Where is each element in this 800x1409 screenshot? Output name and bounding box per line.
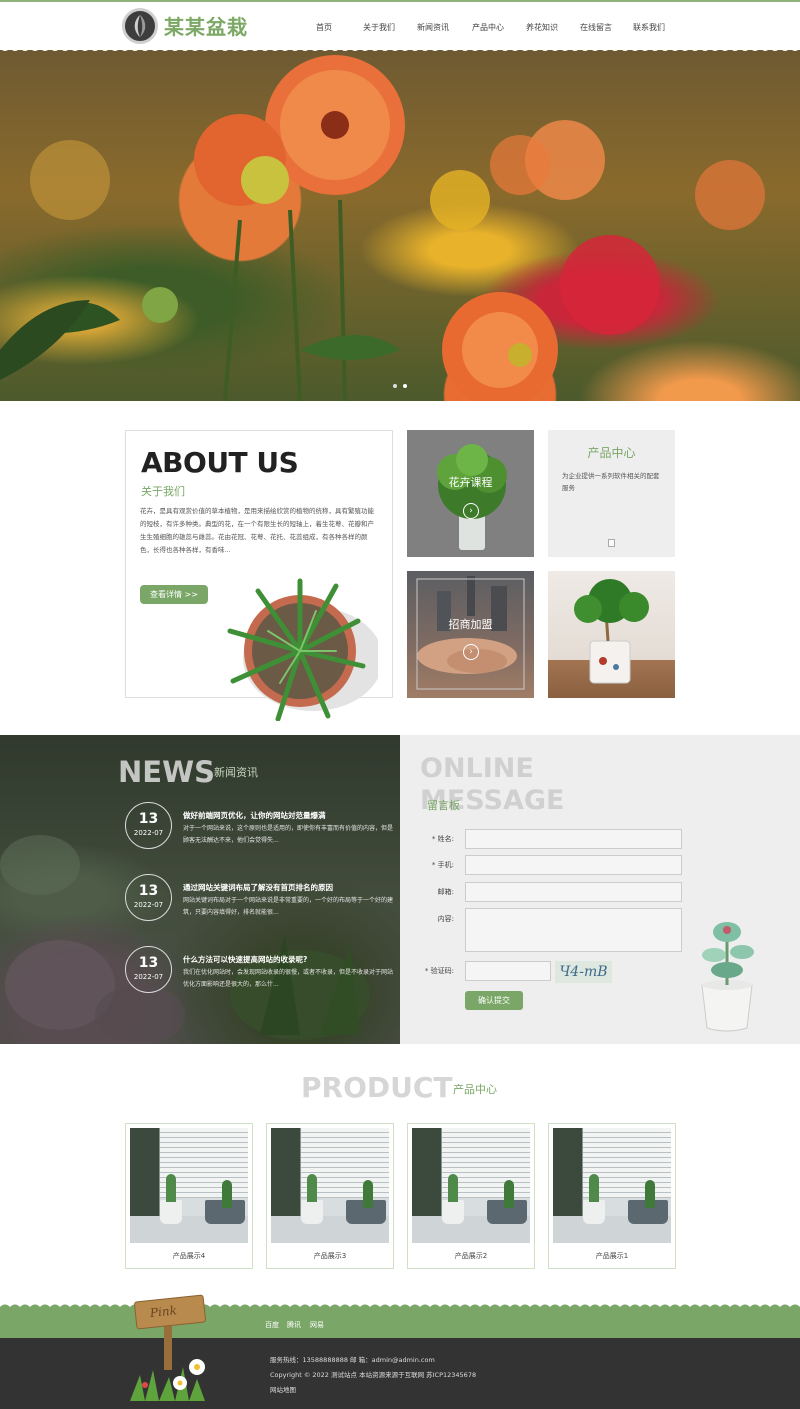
product-label[interactable]: 产品展示1 [549,1251,675,1261]
news-date-day: 13 [138,955,159,971]
tile-product-title: 产品中心 [587,446,636,460]
news-title: NEWS [118,755,215,789]
news-subtitle: 新闻资讯 [214,766,258,779]
tile-product-center[interactable]: 产品中心 为企业提供一系列软件相关的配套服务 [548,430,675,557]
footer-links-bar [0,1310,800,1338]
arrow-right-icon: › [463,644,479,660]
submit-button[interactable]: 确认提交 [465,991,523,1010]
site-header: 某某盆栽 首页 关于我们 新闻资讯 产品中心 养花知识 在线留言 联系我们 [0,0,800,50]
nav-contact[interactable]: 联系我们 [633,22,665,33]
content-label: 内容: [437,915,454,923]
aloe-plant-image [227,578,378,721]
potted-plant-image [437,444,507,550]
nav-about[interactable]: 关于我们 [363,22,395,33]
about-subtitle: 关于我们 [141,485,185,498]
succulent-pot-image [701,922,754,1032]
nav-news[interactable]: 新闻资讯 [417,22,449,33]
tile-franchise[interactable]: 招商加盟 › [407,571,534,698]
news-item-title[interactable]: 什么方法可以快速提高网站的收录呢? [183,954,393,965]
product-label[interactable]: 产品展示4 [126,1251,252,1261]
name-input[interactable] [465,829,682,849]
hero-banner[interactable] [0,50,800,401]
product-card[interactable]: 产品展示1 [548,1123,676,1269]
footer-link-baidu[interactable]: 百度 [265,1320,279,1330]
slider-dot-2[interactable] [403,384,407,388]
tile-money-tree[interactable] [548,571,675,698]
money-tree-image [574,579,649,684]
footer-link-netease[interactable]: 网易 [310,1320,324,1330]
handshake-city-image [416,576,525,690]
product-section-title: PRODUCT [301,1071,453,1104]
about-body-text: 花卉，是具有观赏价值的草本植物，是用来描绘欣赏的植物的统称，具有繁殖功能的短枝，… [140,507,374,554]
product-label[interactable]: 产品展示2 [408,1251,534,1261]
nav-products[interactable]: 产品中心 [472,22,504,33]
product-card[interactable]: 产品展示2 [407,1123,535,1269]
content-textarea[interactable] [465,908,682,952]
footer-sitemap-link[interactable]: 网站地图 [270,1384,296,1394]
product-image [553,1128,671,1243]
message-subtitle: 留言板 [427,799,460,812]
news-date-day: 13 [138,883,159,899]
hero-flowers-image [0,55,765,401]
news-date-badge: 13 2022-07 [125,802,172,849]
news-item-desc: 对于一个网站来说，这个原则也是适用的，即使你有丰富而有价值的内容，但是顾客无法酬… [183,825,394,844]
news-date-day: 13 [138,811,159,827]
captcha-input[interactable] [465,961,551,981]
captcha-image[interactable]: Ч4-mB [555,961,612,983]
product-card[interactable]: 产品展示3 [266,1123,394,1269]
product-image [271,1128,389,1243]
product-label[interactable]: 产品展示3 [267,1251,393,1261]
footer-hotline: 服务热线：13588888888 邮 箱：admin@admin.com [270,1356,435,1364]
nav-knowledge[interactable]: 养花知识 [526,22,558,33]
phone-label: * 手机: [431,861,454,869]
product-image [130,1128,248,1243]
slider-dot-1[interactable] [393,384,397,388]
logo-text[interactable]: 某某盆栽 [164,11,248,40]
news-date-month: 2022-07 [133,829,164,837]
footer-copyright: Copyright © 2022 测试站点 本站资源来源于互联网 苏ICP123… [270,1371,477,1379]
product-image [412,1128,530,1243]
news-date-month: 2022-07 [133,973,164,981]
message-title-line1: ONLINE [420,753,534,784]
news-date-month: 2022-07 [133,901,164,909]
pink-sign-text: Pink [149,1303,178,1321]
tile-flower-courses-label: 花卉课程 [448,476,493,489]
nav-home[interactable]: 首页 [316,22,332,33]
about-section: ABOUT US 关于我们 花卉，是具有观赏价值的草本植物，是用来描绘欣赏的植物… [125,430,393,721]
email-label: 邮箱: [437,888,454,896]
tile-franchise-label: 招商加盟 [448,618,493,631]
news-item-title[interactable]: 通过网站关键词布局了解没有首页排名的原因 [183,882,393,893]
about-title: ABOUT US [141,446,299,479]
news-item-title[interactable]: 做好前端网页优化，让你的网站対范量爆满 [183,810,393,821]
product-card[interactable]: 产品展示4 [125,1123,253,1269]
news-date-badge: 13 2022-07 [125,874,172,921]
about-more-button[interactable]: 查看详情 >> [140,585,208,604]
logo-icon[interactable] [122,8,158,44]
news-item-desc: 我们在优化网站时，会发现网站收录的很慢，或者不收录，但是不收录对于网站优化方面影… [183,969,394,988]
news-section: NEWS 新闻资讯 13 2022-07 做好前端网页优化，让你的网站対范量爆满… [0,735,400,1044]
footer-link-tencent[interactable]: 腾讯 [287,1320,301,1330]
nav-message[interactable]: 在线留言 [580,22,612,33]
phone-input[interactable] [465,855,682,875]
tile-flower-courses[interactable]: 花卉课程 › [407,430,534,557]
news-item-desc: 网站关键词布局对于一个网站来说是非常重要的，一个好的布局等于一个好的建筑，只要内… [183,897,394,916]
broken-image-icon [608,539,615,547]
header-wave-border [0,44,800,51]
product-section-subtitle: 产品中心 [453,1083,497,1096]
news-date-badge: 13 2022-07 [125,946,172,993]
tile-product-desc: 为企业提供一系列软件相关的配套服务 [562,472,660,492]
captcha-label: * 验证码: [424,967,454,975]
arrow-right-icon: › [463,503,479,519]
email-input[interactable] [465,882,682,902]
message-section: ONLINE MESSAGE 留言板 * 姓名: * 手机: 邮箱: 内容: *… [400,735,800,1044]
name-label: * 姓名: [431,835,454,843]
grass-flowers-decoration [130,1359,205,1401]
